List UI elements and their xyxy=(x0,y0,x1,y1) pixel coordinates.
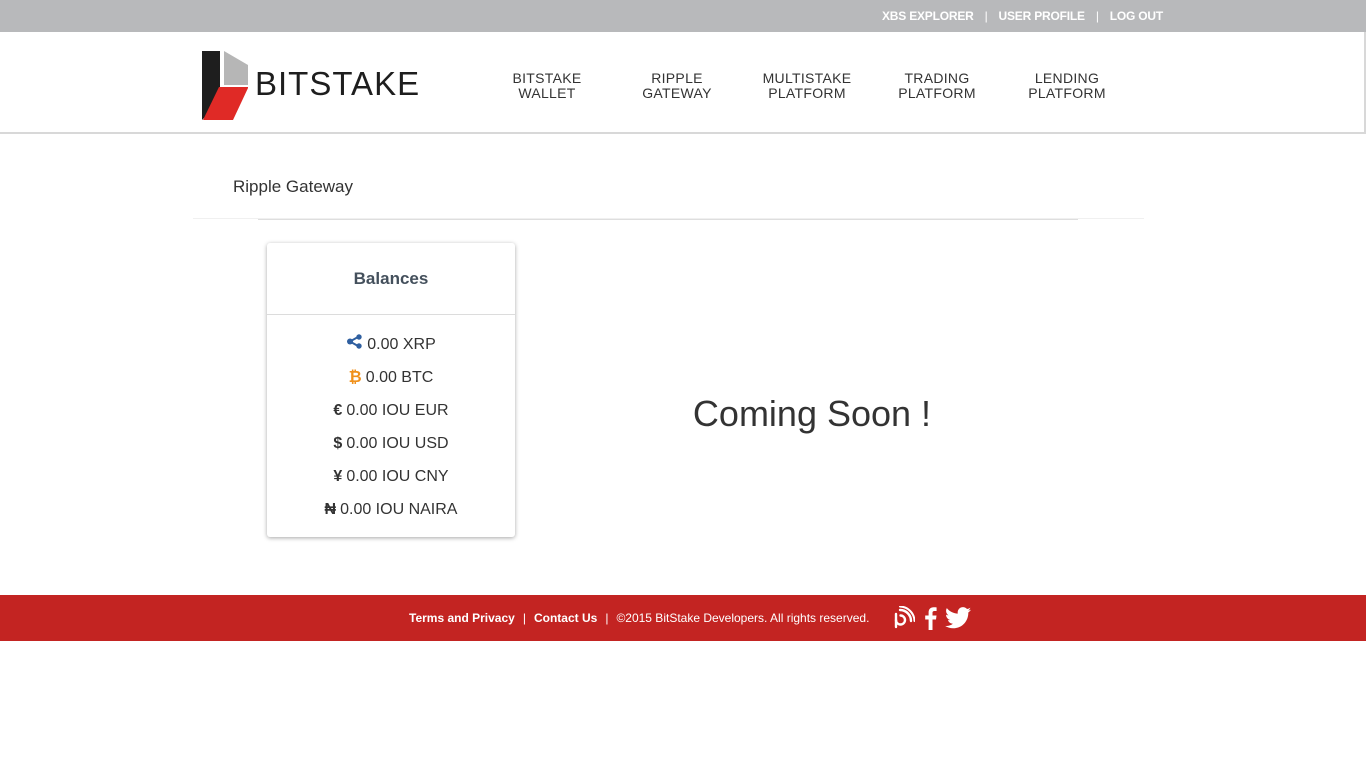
bitcoin-icon: ₿ xyxy=(348,369,362,386)
bitstake-logo[interactable]: BITSTAKE xyxy=(201,50,420,122)
nav-label: GATEWAY xyxy=(642,85,712,101)
footer-separator: | xyxy=(605,611,609,625)
nav-label: PLATFORM xyxy=(1028,85,1106,101)
twitter-icon[interactable] xyxy=(945,607,972,629)
yuan-icon: ¥ xyxy=(333,468,343,485)
nav-bitstake-wallet[interactable]: BITSTAKE WALLET xyxy=(482,71,612,101)
blog-icon[interactable] xyxy=(891,606,916,630)
footer-separator: | xyxy=(522,611,526,625)
brand-name: BITSTAKE xyxy=(255,65,421,102)
coming-soon-message: Coming Soon ! xyxy=(692,393,932,434)
top-bar: XBS EXPLORER | USER PROFILE | LOG OUT xyxy=(0,0,1366,32)
balances-list: 0.00 XRP ₿ 0.00 BTC €0.00 IOU EUR $0.00 I… xyxy=(267,328,515,526)
balance-usd: $0.00 IOU USD xyxy=(267,427,515,460)
nav-label: RIPPLE xyxy=(651,70,703,86)
balance-text: 0.00 IOU EUR xyxy=(346,402,449,419)
balance-text: 0.00 IOU NAIRA xyxy=(340,501,458,518)
nav-label: PLATFORM xyxy=(768,85,846,101)
footer: Terms and Privacy | Contact Us | ©2015 B… xyxy=(0,595,1366,641)
user-profile-link[interactable]: USER PROFILE xyxy=(999,9,1085,23)
balance-naira: ₦ 0.00 IOU NAIRA xyxy=(267,493,515,526)
header: BITSTAKE BITSTAKE WALLET RIPPLE GATEWAY … xyxy=(0,32,1366,134)
nav-lending-platform[interactable]: LENDING PLATFORM xyxy=(1002,71,1132,101)
nav-label: MULTISTAKE xyxy=(762,70,852,86)
balance-text: 0.00 IOU CNY xyxy=(346,468,449,485)
balance-text: 0.00 IOU USD xyxy=(346,435,449,452)
nav-label: PLATFORM xyxy=(898,85,976,101)
title-divider-inner xyxy=(258,219,1078,220)
nav-label: LENDING xyxy=(1034,70,1100,86)
top-link-separator: | xyxy=(1095,9,1099,23)
nav-trading-platform[interactable]: TRADING PLATFORM xyxy=(872,71,1002,101)
ripple-icon xyxy=(346,328,363,361)
terms-and-privacy-link[interactable]: Terms and Privacy xyxy=(409,611,515,625)
balance-btc: ₿ 0.00 BTC xyxy=(267,361,515,394)
nav-ripple-gateway[interactable]: RIPPLE GATEWAY xyxy=(612,71,742,101)
top-link-separator: | xyxy=(984,9,988,23)
nav-multistake-platform[interactable]: MULTISTAKE PLATFORM xyxy=(742,71,872,101)
social-links xyxy=(883,606,972,630)
nav-label: TRADING xyxy=(904,70,970,86)
balance-xrp: 0.00 XRP xyxy=(267,328,515,361)
naira-icon: ₦ xyxy=(324,501,337,518)
balance-eur: €0.00 IOU EUR xyxy=(267,394,515,427)
nav-label: BITSTAKE xyxy=(512,70,582,86)
top-links: XBS EXPLORER | USER PROFILE | LOG OUT xyxy=(882,0,1163,32)
xbs-explorer-link[interactable]: XBS EXPLORER xyxy=(882,9,974,23)
balances-card: Balances 0.00 XRP ₿ 0.00 BTC €0.00 IOU EU… xyxy=(267,243,515,537)
balance-cny: ¥0.00 IOU CNY xyxy=(267,460,515,493)
log-out-link[interactable]: LOG OUT xyxy=(1110,9,1163,23)
euro-icon: € xyxy=(333,402,343,419)
balance-text: 0.00 BTC xyxy=(365,369,434,386)
facebook-icon[interactable] xyxy=(923,606,938,630)
copyright-text: ©2015 BitStake Developers. All rights re… xyxy=(616,611,870,625)
bitstake-logo-mark xyxy=(202,51,248,120)
footer-content: Terms and Privacy | Contact Us | ©2015 B… xyxy=(409,595,972,641)
balance-text: 0.00 XRP xyxy=(367,336,436,353)
balances-title: Balances xyxy=(267,243,515,315)
page-title: Ripple Gateway xyxy=(233,177,354,196)
nav-label: WALLET xyxy=(518,85,576,101)
dollar-icon: $ xyxy=(333,435,343,452)
contact-us-link[interactable]: Contact Us xyxy=(534,611,597,625)
